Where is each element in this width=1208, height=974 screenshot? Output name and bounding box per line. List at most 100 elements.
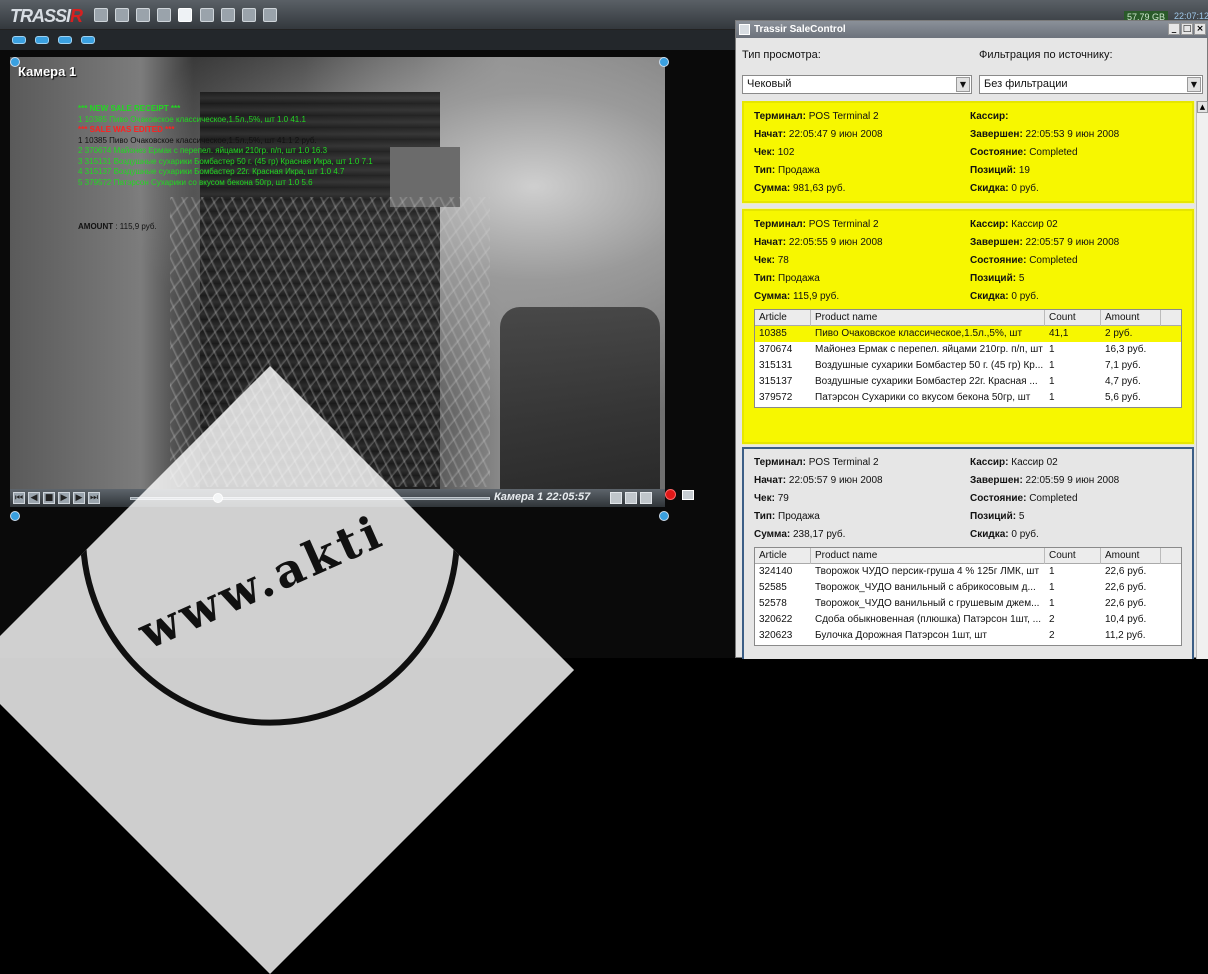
fullscreen-icon[interactable] [221,8,235,22]
receipt-card-selected[interactable]: Терминал: POS Terminal 2 Кассир: Кассир … [742,447,1194,659]
col-count[interactable]: Count [1045,310,1101,326]
cell-product: Майонез Ермак с перепел. яйцами 210гр. п… [815,344,1043,355]
table-row[interactable]: 315137 Воздушные сухарики Бомбастер 22г. … [755,374,1181,390]
table-row[interactable]: 379572 Патэрсон Сухарики со вкусом бекона… [755,390,1181,406]
table-row[interactable]: 320623 Булочка Дорожная Патэрсон 1шт, шт 2… [755,628,1181,644]
overlay-line: 1 10385 Пиво Очаковское классическое,1.5… [78,135,317,145]
amount-label: AMOUNT [78,222,114,231]
layout-button-4[interactable] [81,36,95,44]
field-label: Начат: [754,129,787,140]
field-label: Тип: [754,273,776,284]
record-icon[interactable] [200,8,214,22]
field-label: Скидка: [970,291,1009,302]
cell-article: 52585 [759,582,787,593]
forward-icon[interactable]: ▶ [73,492,85,504]
close-button[interactable]: × [1194,23,1206,35]
camera-timestamp: Камера 1 22:05:57 [494,491,591,503]
view-type-select[interactable]: Чековый ▼ [742,75,972,94]
camera-label: Камера 1 [18,64,77,79]
camera-options-icon[interactable] [659,57,669,67]
cell-product: Творожок_ЧУДО ванильный с грушевым джем.… [815,598,1040,609]
ptz-icon[interactable] [625,492,637,504]
receipt-list[interactable]: Терминал: POS Terminal 2 Кассир: Начат: … [742,101,1196,659]
app-icon [739,24,750,35]
col-amount[interactable]: Amount [1101,548,1161,564]
maximize-button[interactable]: □ [1181,23,1193,35]
settings-icon[interactable] [94,8,108,22]
field-label: Тип: [754,165,776,176]
skip-end-icon[interactable]: ⏭ [88,492,100,504]
skip-start-icon[interactable]: ⏮ [13,492,25,504]
table-row[interactable]: 370674 Майонез Ермак с перепел. яйцами 21… [755,342,1181,358]
layout-button-3[interactable] [58,36,72,44]
cell-product: Творожок_ЧУДО ванильный с абрикосовым д.… [815,582,1036,593]
logo-accent: R [70,6,83,26]
col-amount[interactable]: Amount [1101,310,1161,326]
record-button[interactable] [665,489,676,500]
table-row[interactable]: 315131 Воздушные сухарики Бомбастер 50 г.… [755,358,1181,374]
type-value: Продажа [775,511,820,522]
col-article[interactable]: Article [755,548,811,564]
play-icon[interactable]: ▶ [58,492,70,504]
source-filter-value: Без фильтрации [984,78,1068,90]
chevron-down-icon[interactable]: ▼ [956,77,970,92]
layout-button-1[interactable] [12,36,26,44]
field-label: Начат: [754,237,787,248]
camera2-options-icon[interactable] [659,511,669,521]
cell-product: Воздушные сухарики Бомбастер 22г. Красна… [815,376,1038,387]
cashier-value: Кассир 02 [1008,457,1058,468]
layout-button-2[interactable] [35,36,49,44]
rewind-icon[interactable]: ◀ [28,492,40,504]
receipt-card[interactable]: Терминал: POS Terminal 2 Кассир: Кассир … [742,208,1195,445]
grid-icon[interactable] [115,8,129,22]
cell-amount: 16,3 руб. [1105,344,1147,355]
overlay-line-initial: 1 10385 Пиво Очаковское классическое,1.5… [78,114,306,124]
field-label: Кассир: [970,219,1009,230]
field-label: Кассир: [970,111,1009,122]
col-article[interactable]: Article [755,310,811,326]
view-type-value: Чековый [747,78,792,90]
layout-icon[interactable] [136,8,150,22]
print-icon[interactable] [242,8,256,22]
user-icon[interactable] [263,8,277,22]
table-row[interactable]: 10385 Пиво Очаковское классическое,1.5л.,… [755,326,1181,342]
table-row[interactable]: 52578 Творожок_ЧУДО ванильный с грушевым … [755,596,1181,612]
scroll-up-icon[interactable]: ▲ [1197,101,1208,113]
cell-article: 315131 [759,360,793,371]
cell-amount: 11,2 руб. [1105,630,1146,641]
archive-icon[interactable] [178,8,192,22]
table-row[interactable]: 320622 Сдоба обыкновенная (плюшка) Патэрс… [755,612,1181,628]
cashier-value: Кассир 02 [1008,219,1058,230]
field-label: Завершен: [970,129,1023,140]
field-label: Кассир: [970,457,1009,468]
chevron-down-icon[interactable]: ▼ [1187,77,1201,92]
table-row[interactable]: 52585 Творожок_ЧУДО ванильный с абрикосов… [755,580,1181,596]
cell-amount: 4,7 руб. [1105,376,1141,387]
multiview-icon[interactable] [157,8,171,22]
cell-product: Творожок ЧУДО персик-груша 4 % 125г ЛМК,… [815,566,1040,577]
col-product[interactable]: Product name [811,310,1045,326]
receipt-card[interactable]: Терминал: POS Terminal 2 Кассир: Начат: … [742,101,1195,204]
discount-value: 0 руб. [1008,183,1039,194]
scrollbar[interactable]: ▲ [1196,101,1208,659]
field-label: Состояние: [970,255,1027,266]
receipt-overlay: *** NEW SALE RECEIPT *** 1 10385 Пиво Оч… [78,104,373,188]
snapshot-icon[interactable] [682,490,694,500]
cell-count: 41,1 [1049,328,1069,339]
col-product[interactable]: Product name [811,548,1045,564]
cell-article: 379572 [759,392,793,403]
discount-value: 0 руб. [1008,291,1039,302]
zoom-icon[interactable] [610,492,622,504]
table-row[interactable]: 324140 Творожок ЧУДО персик-груша 4 % 125… [755,564,1181,580]
started-value: 22:05:57 9 июн 2008 [786,475,883,486]
col-count[interactable]: Count [1045,548,1101,564]
sum-value: 981,63 руб. [790,183,846,194]
source-filter-select[interactable]: Без фильтрации ▼ [979,75,1203,94]
terminal-value: POS Terminal 2 [805,219,879,230]
finished-value: 22:05:59 9 июн 2008 [1022,475,1120,486]
camera2-menu-icon[interactable] [10,511,20,521]
items-table: Article Product name Count Amount 324140… [754,547,1182,646]
stop-icon[interactable]: ■ [43,492,55,504]
window-icon[interactable] [640,492,652,504]
minimize-button[interactable]: _ [1168,23,1180,35]
